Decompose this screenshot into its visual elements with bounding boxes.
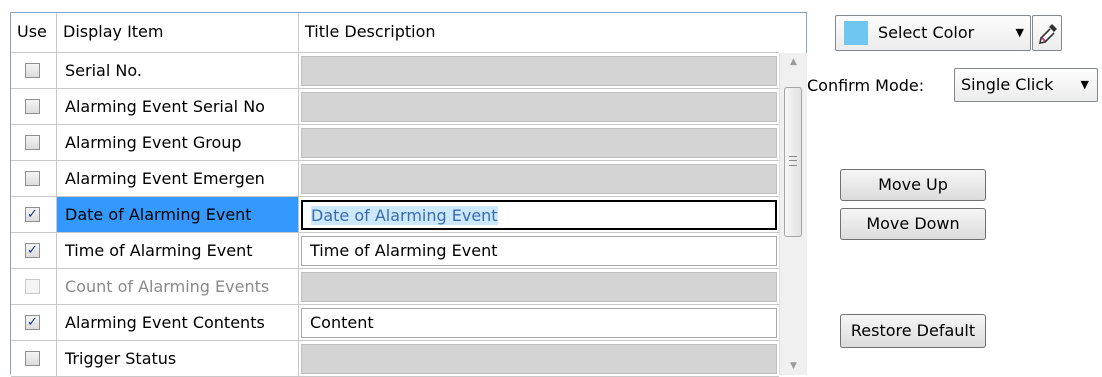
column-header-title-description[interactable]: Title Description bbox=[299, 13, 779, 53]
use-checkbox[interactable] bbox=[25, 99, 40, 114]
title-description-cell bbox=[299, 269, 779, 305]
grip-icon bbox=[789, 156, 797, 166]
table-row[interactable]: Alarming Event Emergen bbox=[11, 161, 779, 197]
title-description-cell bbox=[299, 161, 779, 197]
scrollbar-thumb[interactable] bbox=[784, 87, 802, 237]
title-description-cell bbox=[299, 125, 779, 161]
title-description-cell bbox=[299, 89, 779, 125]
title-description-field bbox=[301, 272, 777, 302]
display-item-cell[interactable]: Count of Alarming Events bbox=[57, 269, 299, 305]
table-row[interactable]: ✓ Time of Alarming Event Time of Alarming … bbox=[11, 233, 779, 269]
color-select-label: Select Color bbox=[878, 23, 975, 42]
color-select[interactable]: Select Color ▼ bbox=[835, 15, 1031, 51]
table-row[interactable]: Alarming Event Group bbox=[11, 125, 779, 161]
scroll-down-icon[interactable]: ▼ bbox=[780, 357, 807, 375]
use-checkbox[interactable] bbox=[25, 351, 40, 366]
display-item-cell[interactable]: Date of Alarming Event bbox=[57, 197, 299, 233]
move-up-button[interactable]: Move Up bbox=[840, 169, 986, 201]
table-row[interactable]: Trigger Status bbox=[11, 341, 779, 377]
use-cell bbox=[11, 161, 57, 197]
chevron-down-icon[interactable]: ▼ bbox=[1016, 16, 1024, 50]
display-item-cell[interactable]: Alarming Event Group bbox=[57, 125, 299, 161]
display-item-cell[interactable]: Alarming Event Serial No bbox=[57, 89, 299, 125]
column-header-use[interactable]: Use bbox=[11, 13, 57, 53]
title-description-text: Content bbox=[310, 313, 374, 332]
title-description-field bbox=[301, 344, 777, 374]
title-description-field[interactable]: Date of Alarming Event bbox=[301, 200, 777, 230]
use-checkbox[interactable] bbox=[25, 63, 40, 78]
title-description-field bbox=[301, 128, 777, 158]
use-checkbox[interactable]: ✓ bbox=[25, 315, 40, 330]
chevron-down-icon[interactable]: ▼ bbox=[1081, 69, 1089, 101]
title-description-cell bbox=[299, 341, 779, 377]
use-checkbox bbox=[25, 279, 40, 294]
color-picker-button[interactable] bbox=[1032, 15, 1062, 51]
table-row[interactable]: Alarming Event Serial No bbox=[11, 89, 779, 125]
use-checkbox[interactable]: ✓ bbox=[25, 207, 40, 222]
title-description-text: Date of Alarming Event bbox=[311, 206, 498, 225]
display-item-cell[interactable]: Alarming Event Emergen bbox=[57, 161, 299, 197]
confirm-mode-value: Single Click bbox=[961, 75, 1054, 94]
title-description-cell: Content bbox=[299, 305, 779, 341]
use-cell bbox=[11, 269, 57, 305]
title-description-field bbox=[301, 56, 777, 86]
display-item-cell[interactable]: Time of Alarming Event bbox=[57, 233, 299, 269]
use-checkbox[interactable]: ✓ bbox=[25, 243, 40, 258]
title-description-field bbox=[301, 92, 777, 122]
restore-default-button[interactable]: Restore Default bbox=[840, 314, 986, 348]
use-cell bbox=[11, 89, 57, 125]
table-row[interactable]: ✓ Alarming Event Contents Content bbox=[11, 305, 779, 341]
eyedropper-icon bbox=[1038, 24, 1057, 45]
use-cell bbox=[11, 341, 57, 377]
title-description-text: Time of Alarming Event bbox=[310, 241, 498, 260]
use-checkbox[interactable] bbox=[25, 171, 40, 186]
use-checkbox[interactable] bbox=[25, 135, 40, 150]
title-description-field bbox=[301, 164, 777, 194]
display-item-cell[interactable]: Alarming Event Contents bbox=[57, 305, 299, 341]
title-description-cell: Date of Alarming Event bbox=[299, 197, 779, 233]
title-description-cell bbox=[299, 53, 779, 89]
confirm-mode-label: Confirm Mode: bbox=[807, 76, 925, 95]
display-items-grid: Use Display Item Title Description Seria… bbox=[10, 12, 807, 377]
use-cell: ✓ bbox=[11, 197, 57, 233]
title-description-cell: Time of Alarming Event bbox=[299, 233, 779, 269]
use-cell: ✓ bbox=[11, 233, 57, 269]
display-item-cell[interactable]: Serial No. bbox=[57, 53, 299, 89]
move-down-button[interactable]: Move Down bbox=[840, 208, 986, 240]
table-row[interactable]: Count of Alarming Events bbox=[11, 269, 779, 305]
color-swatch bbox=[844, 21, 868, 45]
scroll-up-icon[interactable]: ▲ bbox=[780, 53, 807, 71]
use-cell bbox=[11, 125, 57, 161]
title-description-field[interactable]: Content bbox=[301, 308, 777, 338]
table-row[interactable]: Serial No. bbox=[11, 53, 779, 89]
column-header-display-item[interactable]: Display Item bbox=[57, 13, 299, 53]
use-cell bbox=[11, 53, 57, 89]
confirm-mode-select[interactable]: Single Click ▼ bbox=[954, 68, 1098, 102]
display-item-cell[interactable]: Trigger Status bbox=[57, 341, 299, 377]
vertical-scrollbar[interactable]: ▲ ▼ bbox=[779, 53, 807, 375]
table-row[interactable]: ✓ Date of Alarming Event Date of Alarming … bbox=[11, 197, 779, 233]
use-cell: ✓ bbox=[11, 305, 57, 341]
title-description-field[interactable]: Time of Alarming Event bbox=[301, 236, 777, 266]
